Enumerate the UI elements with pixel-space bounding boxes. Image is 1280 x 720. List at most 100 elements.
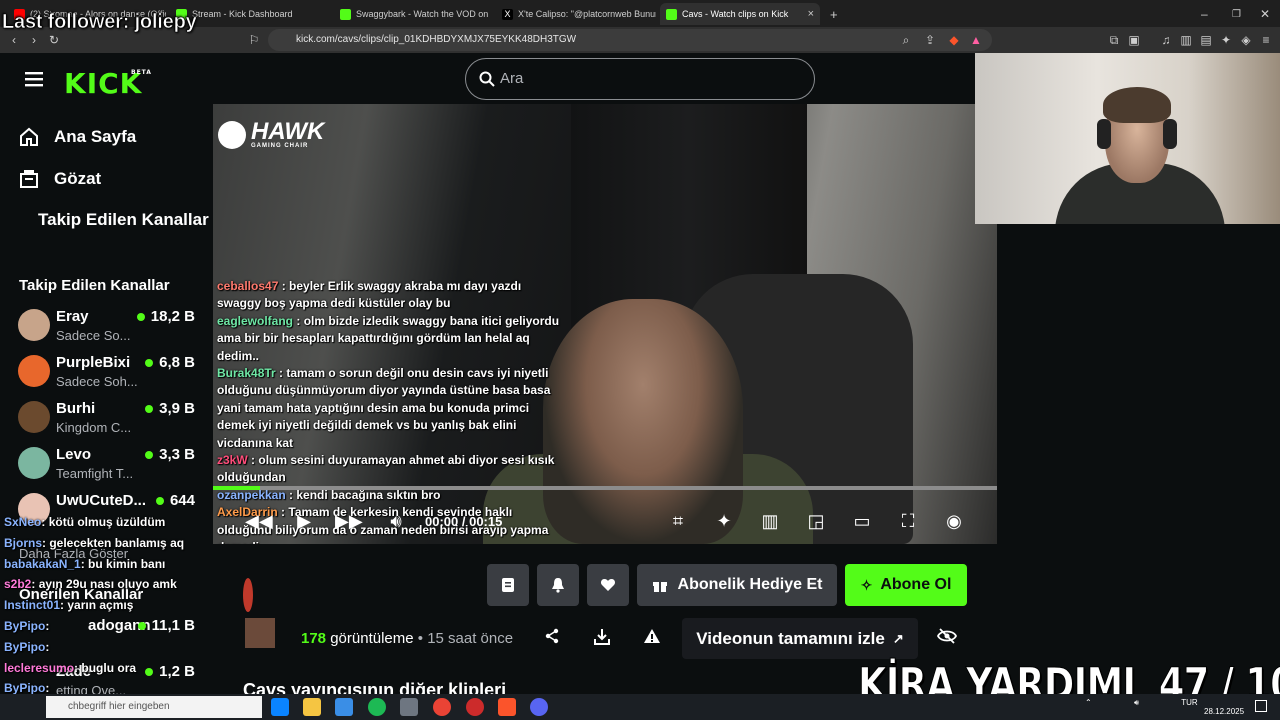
forward-icon[interactable]: › — [26, 32, 42, 48]
sidebar-icon[interactable]: ▥ — [1178, 32, 1194, 48]
chat-user: ByPipo — [4, 618, 46, 633]
close-window-button[interactable]: ✕ — [1254, 3, 1274, 25]
store-icon[interactable] — [335, 698, 353, 716]
channel-name: Eray — [56, 308, 89, 325]
tab-swaggybark[interactable]: Swaggybark - Watch the VOD on Kick — [334, 3, 490, 25]
followed-channel[interactable]: Eray Sadece So... 18,2 B — [18, 306, 213, 348]
follow-button[interactable] — [587, 564, 629, 606]
fullscreen-icon[interactable]: ⛶ — [895, 508, 921, 534]
notification-icon[interactable] — [1255, 700, 1267, 712]
chrome-icon[interactable] — [433, 698, 451, 716]
kick-logo[interactable]: KICK BETA — [64, 67, 151, 100]
channel-category: Sadece So... — [56, 328, 131, 343]
close-tab-icon[interactable]: × — [802, 8, 814, 20]
followed-channel[interactable]: Burhi Kingdom C... 3,9 B — [18, 398, 213, 440]
nav-following[interactable]: Takip Edilen Kanallar — [38, 210, 209, 230]
vpn-icon[interactable]: ◈ — [1238, 32, 1254, 48]
wallet-icon[interactable]: ▤ — [1198, 32, 1214, 48]
report-icon[interactable] — [641, 628, 663, 650]
chat-user: ByPipo — [4, 639, 46, 654]
tab-x[interactable]: X X'te Calipso: "@platcornweb Bunun k — [496, 3, 656, 25]
gift-icon — [652, 582, 667, 592]
chat-text: : ayın 29u nası oluyo amk — [31, 577, 177, 592]
chat-line: ByPipo: — [4, 637, 214, 658]
tab-label: Swaggybark - Watch the VOD on Kick — [356, 9, 490, 19]
leo-icon[interactable]: ✦ — [1218, 32, 1234, 48]
volume-icon[interactable]: 🔊︎ — [383, 508, 409, 534]
autoplay-icon[interactable]: ◉ — [941, 508, 967, 534]
new-tab-button[interactable]: + — [824, 3, 844, 25]
hamburger-menu-icon[interactable] — [25, 71, 43, 92]
minimize-button[interactable]: – — [1195, 3, 1215, 25]
chat-user: lecleresumo — [4, 660, 75, 675]
fast-forward-button[interactable]: ▶▶ — [335, 508, 363, 534]
play-button[interactable]: ▶ — [291, 508, 317, 534]
chat-line: babakakaN_1: bu kimin banı — [4, 554, 214, 575]
crop-icon[interactable]: ⌗ — [665, 508, 691, 534]
bookmark-icon[interactable]: ⚐ — [246, 32, 262, 48]
calculator-icon[interactable] — [400, 698, 418, 716]
watch-full-label: Videonun tamamını izle — [696, 628, 885, 648]
nav-label: Ana Sayfa — [54, 127, 137, 146]
viewer-count: 3,9 B — [145, 400, 195, 417]
file-explorer-icon[interactable] — [303, 698, 321, 716]
address-bar[interactable]: kick.com/cavs/clips/clip_01KDHBDYXMJX75E… — [268, 29, 992, 51]
sparkle-icon[interactable]: ✦ — [711, 508, 737, 534]
system-tray[interactable]: ⌃ 🔊︎ TUR — [1085, 698, 1198, 708]
nav-browse[interactable]: Gözat — [18, 168, 101, 190]
chat-user: Bjorns — [4, 535, 43, 550]
avatar — [18, 447, 50, 479]
screenshot-icon[interactable]: ▣ — [1126, 32, 1142, 48]
video-player[interactable]: HAWK GAMING CHAIR ceballos47 : beyler Er… — [213, 104, 997, 544]
chat-message: Burak48Tr : tamam o sorun değil onu desi… — [217, 365, 567, 452]
share-icon[interactable]: ⇪ — [922, 32, 938, 48]
live-dot-icon — [145, 359, 154, 368]
obs-icon[interactable] — [466, 698, 484, 716]
clock[interactable]: 28.12.2025 — [1204, 699, 1244, 716]
discord-icon[interactable] — [530, 698, 548, 716]
view-count: 178 — [301, 630, 327, 647]
followed-channels-heading: Takip Edilen Kanallar — [19, 277, 170, 294]
clip-details-button[interactable] — [487, 564, 529, 606]
viewer-count: 644 — [155, 492, 195, 509]
reload-icon[interactable]: ↻ — [46, 32, 62, 48]
chat-user: s2b2 — [4, 577, 32, 592]
channel-thumbnail[interactable] — [245, 618, 275, 648]
subscribe-button[interactable]: ✧ Abone Ol — [845, 564, 967, 606]
music-icon[interactable]: ♫ — [1158, 32, 1174, 48]
followed-channel[interactable]: PurpleBixi Sadece Soh... 6,8 B — [18, 352, 213, 394]
download-icon[interactable] — [591, 628, 613, 650]
brave-rewards-icon[interactable]: ▲ — [968, 32, 984, 48]
rewind-button[interactable]: ◀◀ — [245, 508, 273, 534]
spotify-icon[interactable] — [368, 698, 386, 716]
taskbar-search[interactable]: chbegriff hier eingeben — [46, 696, 262, 718]
brave-icon[interactable] — [498, 698, 516, 716]
share-icon[interactable] — [541, 628, 563, 650]
channel-category: Teamfight T... — [56, 466, 134, 481]
restore-button[interactable]: ❐ — [1226, 3, 1246, 25]
zoom-icon[interactable]: ⌕ — [898, 32, 914, 48]
brave-shield-icon[interactable]: ◆ — [946, 32, 962, 48]
channel-avatar[interactable] — [243, 578, 253, 612]
edge-icon[interactable] — [271, 698, 289, 716]
pip-icon[interactable]: ◲ — [803, 508, 829, 534]
followed-channel[interactable]: Levo Teamfight T... 3,3 B — [18, 444, 213, 486]
external-link-icon: ↗ — [892, 630, 904, 646]
search-bar[interactable]: Ara — [465, 58, 815, 100]
back-icon[interactable]: ‹ — [6, 32, 22, 48]
gift-subscription-button[interactable]: Abonelik Hediye Et — [637, 564, 837, 606]
date: 28.12.2025 — [1204, 707, 1245, 716]
notification-button[interactable] — [537, 564, 579, 606]
menu-icon[interactable]: ≡ — [1258, 32, 1274, 48]
theater-mode-icon[interactable]: ▭ — [849, 508, 875, 534]
tab-cavs-clips[interactable]: Cavs - Watch clips on Kick × — [660, 3, 820, 25]
hawk-brand: HAWK GAMING CHAIR — [251, 118, 324, 149]
watch-full-video-button[interactable]: Videonun tamamını izle ↗ — [682, 618, 918, 659]
nav-home[interactable]: Ana Sayfa — [18, 126, 136, 148]
viewer-count-value: 3,3 B — [159, 446, 195, 463]
extensions-icon[interactable]: ⧉ — [1106, 32, 1122, 48]
stats-icon[interactable]: ▥ — [757, 508, 783, 534]
progress-bar[interactable] — [213, 486, 997, 490]
chat-text: : buglu ora — [74, 660, 137, 675]
hide-icon[interactable] — [936, 628, 958, 650]
